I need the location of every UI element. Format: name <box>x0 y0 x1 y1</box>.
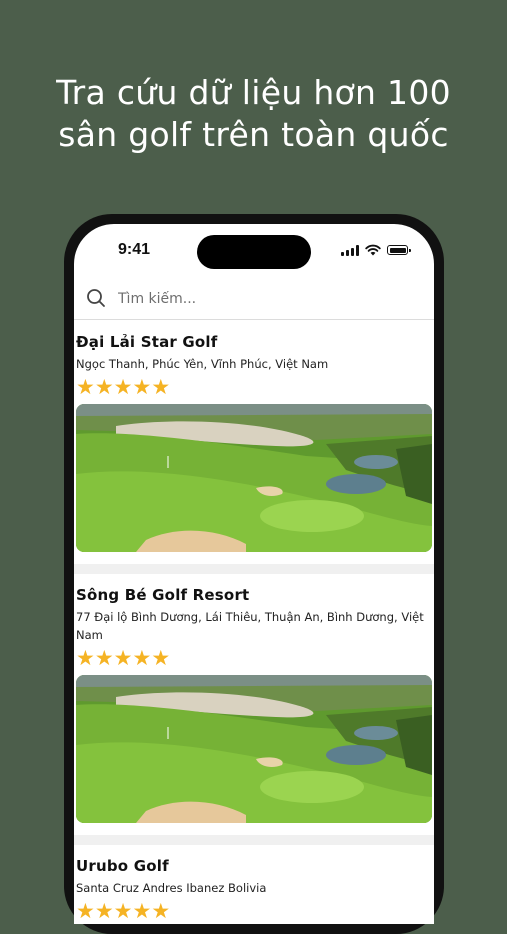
star-icon: ★ <box>151 375 171 399</box>
star-icon: ★ <box>76 899 95 923</box>
course-name: Đại Lải Star Golf <box>76 333 218 351</box>
course-card[interactable]: Urubo Golf Santa Cruz Andres Ibanez Boli… <box>74 845 434 924</box>
cellular-signal-icon <box>341 244 359 256</box>
star-icon: ★ <box>94 646 114 670</box>
headline: Tra cứu dữ liệu hơn 100 sân golf trên to… <box>0 72 507 156</box>
star-icon: ★ <box>113 375 133 399</box>
battery-icon <box>387 245 411 255</box>
course-list: Đại Lải Star Golf Ngọc Thanh, Phúc Yên, … <box>74 321 434 924</box>
headline-line-2: sân golf trên toàn quốc <box>58 115 449 154</box>
rating-stars: ★ ★ ★ ★ ★ <box>76 900 432 922</box>
star-icon: ★ <box>76 375 95 399</box>
course-image <box>76 675 432 823</box>
course-address: 77 Đại lộ Bình Dương, Lái Thiêu, Thuận A… <box>76 610 424 642</box>
status-icons <box>341 244 411 256</box>
search-bar[interactable] <box>74 278 434 320</box>
dynamic-island <box>197 235 311 269</box>
star-icon: ★ <box>132 646 152 670</box>
course-name: Sông Bé Golf Resort <box>76 586 250 604</box>
list-separator <box>74 564 434 574</box>
wifi-icon <box>365 244 381 256</box>
course-address: Santa Cruz Andres Ibanez Bolivia <box>76 881 267 895</box>
course-image <box>76 404 432 552</box>
star-icon: ★ <box>151 646 171 670</box>
status-bar: 9:41 <box>74 224 434 278</box>
star-icon: ★ <box>132 375 152 399</box>
search-icon <box>87 289 105 307</box>
course-card[interactable]: Sông Bé Golf Resort 77 Đại lộ Bình Dương… <box>74 574 434 835</box>
search-input[interactable] <box>116 285 420 313</box>
phone-screen: 9:41 Đại Lải Star Golf Ngọc Thanh, Phúc … <box>74 224 434 924</box>
star-icon: ★ <box>76 646 95 670</box>
rating-stars: ★ ★ ★ ★ ★ <box>76 647 432 669</box>
status-time: 9:41 <box>118 241 151 258</box>
course-card[interactable]: Đại Lải Star Golf Ngọc Thanh, Phúc Yên, … <box>74 321 434 564</box>
star-icon: ★ <box>113 899 133 923</box>
rating-stars: ★ ★ ★ ★ ★ <box>76 376 432 398</box>
star-icon: ★ <box>94 899 114 923</box>
star-icon: ★ <box>132 899 152 923</box>
course-name: Urubo Golf <box>76 857 169 875</box>
headline-line-1: Tra cứu dữ liệu hơn 100 <box>56 73 451 112</box>
course-address: Ngọc Thanh, Phúc Yên, Vĩnh Phúc, Việt Na… <box>76 357 329 371</box>
star-icon: ★ <box>94 375 114 399</box>
star-icon: ★ <box>151 899 171 923</box>
list-separator <box>74 835 434 845</box>
star-icon: ★ <box>113 646 133 670</box>
